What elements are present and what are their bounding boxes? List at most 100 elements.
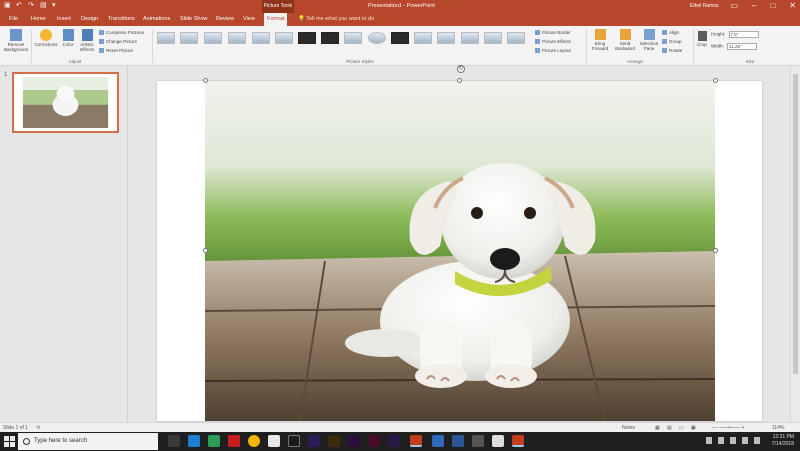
height-input[interactable]: 7.5" bbox=[728, 31, 759, 38]
remove-background-button[interactable]: Remove Background bbox=[3, 29, 29, 52]
zoom-level[interactable]: 114% bbox=[772, 425, 784, 431]
edge-icon[interactable] bbox=[188, 435, 200, 447]
maximize-icon[interactable]: □ bbox=[770, 1, 775, 10]
accessibility-icon[interactable]: ⟲ bbox=[36, 425, 40, 431]
resize-handle[interactable] bbox=[203, 78, 208, 83]
slide-canvas[interactable]: ↻ bbox=[157, 65, 762, 421]
resize-handle[interactable] bbox=[457, 78, 462, 83]
tab-slide-show[interactable]: Slide Show bbox=[177, 13, 211, 26]
reading-view-icon[interactable]: ▭ bbox=[679, 425, 684, 431]
picture-style-thumb[interactable] bbox=[414, 32, 432, 44]
align-button[interactable]: Align bbox=[662, 30, 679, 35]
tab-format[interactable]: Format bbox=[264, 13, 288, 26]
indesign-icon[interactable] bbox=[368, 435, 380, 447]
picture-style-thumb[interactable] bbox=[180, 32, 198, 44]
resize-handle[interactable] bbox=[203, 248, 208, 253]
present-icon[interactable]: ▤ bbox=[40, 2, 47, 10]
picture-style-thumb[interactable] bbox=[228, 32, 246, 44]
windows-start-icon[interactable] bbox=[4, 436, 15, 447]
premiere-icon[interactable] bbox=[308, 435, 320, 447]
selection-pane-button[interactable]: Selection Pane bbox=[638, 29, 660, 51]
vertical-scrollbar[interactable] bbox=[790, 66, 800, 422]
save-icon[interactable]: ▣ bbox=[4, 2, 11, 10]
group-button[interactable]: Group bbox=[662, 39, 682, 44]
picture-style-thumb[interactable] bbox=[275, 32, 293, 44]
tab-view[interactable]: View bbox=[240, 13, 258, 26]
picture-style-thumb[interactable] bbox=[484, 32, 502, 44]
file-explorer-icon[interactable] bbox=[268, 435, 280, 447]
picture-style-thumb[interactable] bbox=[157, 32, 175, 44]
store-icon[interactable] bbox=[432, 435, 444, 447]
picture-style-thumb[interactable] bbox=[252, 32, 270, 44]
slide-thumbnail[interactable] bbox=[12, 72, 119, 133]
picture-style-thumb[interactable] bbox=[461, 32, 479, 44]
tab-transitions[interactable]: Transitions bbox=[105, 13, 138, 26]
word-icon[interactable] bbox=[452, 435, 464, 447]
volume-icon[interactable] bbox=[742, 437, 748, 444]
puppy-photo[interactable] bbox=[205, 81, 715, 421]
rotate-handle-icon[interactable]: ↻ bbox=[457, 65, 465, 73]
picture-style-thumb[interactable] bbox=[298, 32, 316, 44]
user-name[interactable]: Ethel Ramos bbox=[690, 3, 719, 9]
maps-icon[interactable] bbox=[208, 435, 220, 447]
battery-icon[interactable] bbox=[754, 437, 760, 444]
picture-style-thumb[interactable] bbox=[204, 32, 222, 44]
tab-insert[interactable]: Insert bbox=[54, 13, 74, 26]
tell-me-search[interactable]: 💡 Tell me what you want to do bbox=[298, 13, 374, 26]
picture-effects-button[interactable]: Picture Effects bbox=[535, 39, 571, 44]
slide-sorter-icon[interactable]: ▤ bbox=[667, 425, 672, 431]
zoom-slider[interactable]: — ——•—— + bbox=[712, 425, 744, 431]
tab-file[interactable]: File bbox=[6, 13, 21, 26]
bring-forward-button[interactable]: Bring Forward bbox=[588, 29, 612, 51]
width-input[interactable]: 11.25" bbox=[727, 43, 758, 50]
reset-picture-button[interactable]: Reset Picture bbox=[99, 48, 133, 53]
powerpoint-taskbar-icon[interactable] bbox=[410, 435, 422, 447]
powerpoint-window-icon[interactable] bbox=[512, 435, 524, 447]
acrobat-icon[interactable] bbox=[228, 435, 240, 447]
photos-icon[interactable] bbox=[472, 435, 484, 447]
close-icon[interactable]: ✕ bbox=[789, 1, 796, 10]
picture-style-thumb[interactable] bbox=[344, 32, 362, 44]
adobe-app-icon[interactable] bbox=[388, 435, 400, 447]
picture-style-thumb[interactable] bbox=[368, 32, 386, 44]
resize-handle[interactable] bbox=[713, 78, 718, 83]
slideshow-icon[interactable]: ▣ bbox=[691, 425, 696, 431]
chrome-icon[interactable] bbox=[248, 435, 260, 447]
artistic-effects-button[interactable]: Artistic Effects bbox=[77, 29, 97, 52]
tab-design[interactable]: Design bbox=[78, 13, 101, 26]
change-picture-button[interactable]: Change Picture bbox=[99, 39, 137, 44]
mail-icon[interactable] bbox=[288, 435, 300, 447]
corrections-button[interactable]: Corrections bbox=[33, 29, 59, 47]
clock[interactable]: 12:31 PM 7/14/2018 bbox=[772, 434, 794, 448]
minimize-icon[interactable]: – bbox=[752, 1, 756, 10]
tab-review[interactable]: Review bbox=[213, 13, 237, 26]
picture-style-thumb[interactable] bbox=[321, 32, 339, 44]
taskbar-search-input[interactable]: Type here to search bbox=[18, 433, 158, 450]
tab-animations[interactable]: Animations bbox=[140, 13, 173, 26]
resize-handle[interactable] bbox=[713, 248, 718, 253]
scrollbar-thumb[interactable] bbox=[793, 74, 798, 374]
cloud-icon[interactable] bbox=[492, 435, 504, 447]
crop-button[interactable]: Crop bbox=[695, 31, 709, 47]
after-effects-icon[interactable] bbox=[348, 435, 360, 447]
picture-style-thumb[interactable] bbox=[437, 32, 455, 44]
notes-button[interactable]: Notes bbox=[622, 425, 635, 431]
picture-layout-button[interactable]: Picture Layout bbox=[535, 48, 571, 53]
people-icon[interactable] bbox=[706, 437, 712, 444]
illustrator-icon[interactable] bbox=[328, 435, 340, 447]
tab-home[interactable]: Home bbox=[28, 13, 49, 26]
send-backward-button[interactable]: Send Backward bbox=[613, 29, 637, 51]
picture-style-thumb[interactable] bbox=[391, 32, 409, 44]
compress-pictures-button[interactable]: Compress Pictures bbox=[99, 30, 144, 35]
task-view-icon[interactable] bbox=[168, 435, 180, 447]
chevron-up-icon[interactable] bbox=[718, 437, 724, 444]
normal-view-icon[interactable]: ▦ bbox=[655, 425, 660, 431]
network-icon[interactable] bbox=[730, 437, 736, 444]
ribbon-display-icon[interactable]: ▭ bbox=[730, 1, 738, 10]
redo-icon[interactable]: ↷ bbox=[28, 2, 35, 10]
picture-border-button[interactable]: Picture Border bbox=[535, 30, 571, 35]
undo-icon[interactable]: ↶ bbox=[16, 2, 23, 10]
picture-style-thumb[interactable] bbox=[507, 32, 525, 44]
rotate-button[interactable]: Rotate bbox=[662, 48, 682, 53]
color-button[interactable]: Color bbox=[60, 29, 76, 47]
